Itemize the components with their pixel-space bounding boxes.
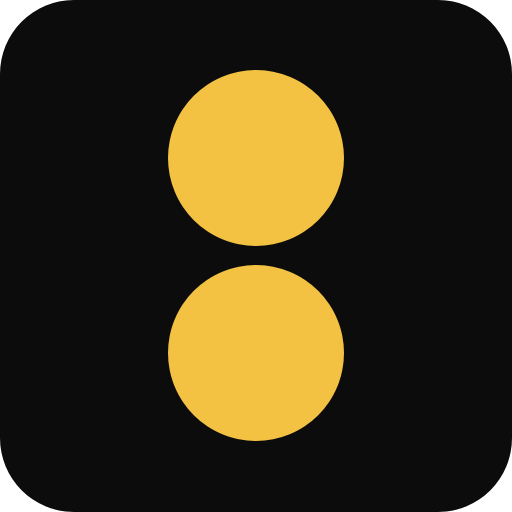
top-dot-icon: [168, 70, 344, 246]
app-icon[interactable]: [0, 0, 512, 512]
bottom-dot-icon: [168, 265, 344, 441]
